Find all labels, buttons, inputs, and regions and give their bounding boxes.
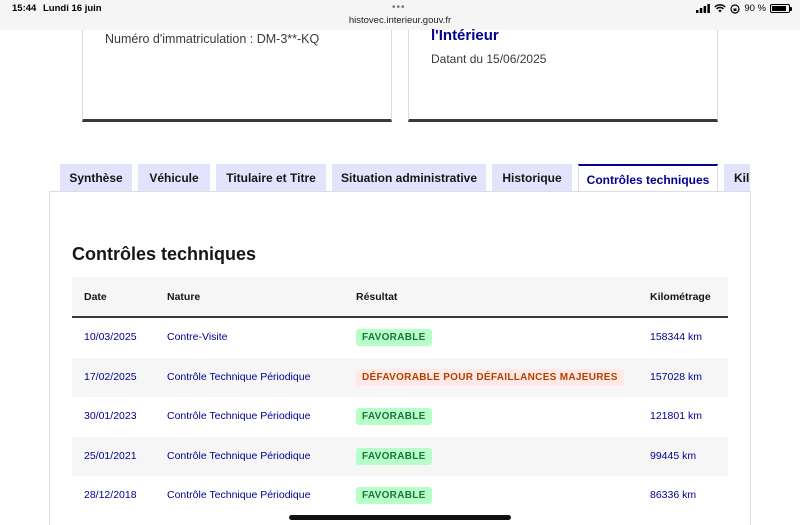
report-card-title: l'Intérieur [431, 27, 499, 44]
tab-controles-techniques[interactable]: Contrôles techniques [578, 164, 718, 192]
tab-synthese[interactable]: Synthèse [60, 164, 132, 192]
inspection-mileage: 158344 km [650, 331, 702, 343]
inspection-mileage: 86336 km [650, 489, 697, 501]
result-cell: FAVORABLE [356, 447, 432, 465]
status-badge: FAVORABLE [356, 329, 432, 346]
inspection-date: 17/02/2025 [84, 370, 137, 383]
inspection-nature: Contre-Visite [167, 331, 228, 343]
inspection-nature: Contrôle Technique Périodique [167, 489, 311, 501]
tab-situation-administrative[interactable]: Situation administrative [332, 164, 486, 192]
column-header-mileage: Kilométrage [650, 291, 711, 303]
battery-percentage: 90 % [744, 3, 766, 14]
result-cell: FAVORABLE [356, 408, 432, 425]
report-date: Datant du 15/06/2025 [431, 52, 547, 66]
tab-titulaire-et-titre[interactable]: Titulaire et Titre [216, 164, 326, 192]
inspection-date: 10/03/2025 [84, 331, 137, 343]
registration-card: Numéro d'immatriculation : DM-3**-KQ [82, 30, 392, 122]
table-header: Date Nature Résultat Kilométrage [72, 277, 728, 318]
wifi-icon [714, 4, 727, 13]
battery-icon [770, 4, 792, 13]
table-row: 28/12/2018 Contrôle Technique Périodique… [72, 476, 728, 516]
tab-panel: Contrôles techniques Date Nature Résulta… [49, 191, 751, 525]
inspection-mileage: 157028 km [650, 370, 702, 383]
status-indicators: 90 % [696, 3, 792, 14]
inspections-table: Date Nature Résultat Kilométrage 10/03/2… [72, 277, 728, 516]
inspection-date: 25/01/2021 [84, 449, 137, 462]
address-bar-url[interactable]: histovec.interieur.gouv.fr [0, 15, 800, 26]
inspection-nature: Contrôle Technique Périodique [167, 410, 311, 422]
inspection-date: 30/01/2023 [84, 410, 137, 422]
signal-icon [696, 4, 711, 13]
battery-fill [772, 6, 787, 11]
status-badge: FAVORABLE [356, 487, 432, 504]
tab-bar: Synthèse Véhicule Titulaire et Titre Sit… [60, 164, 750, 192]
report-card: l'Intérieur Datant du 15/06/2025 [408, 27, 718, 122]
orientation-lock-icon [730, 3, 740, 14]
multitasking-dots-icon[interactable]: ••• [392, 2, 406, 13]
inspection-mileage: 121801 km [650, 410, 702, 422]
status-bar: 15:44 Lundi 16 juin ••• histovec.interie… [0, 0, 800, 30]
inspection-nature: Contrôle Technique Périodique [167, 449, 311, 462]
registration-number: Numéro d'immatriculation : DM-3**-KQ [105, 32, 320, 46]
status-date: Lundi 16 juin [43, 3, 102, 14]
section-title: Contrôles techniques [72, 244, 257, 264]
column-header-date: Date [84, 291, 107, 303]
tab-vehicule[interactable]: Véhicule [138, 164, 210, 192]
inspection-mileage: 99445 km [650, 449, 697, 462]
tab-historique[interactable]: Historique [492, 164, 572, 192]
table-row: 10/03/2025 Contre-Visite FAVORABLE 15834… [72, 318, 728, 358]
inspection-nature: Contrôle Technique Périodique [167, 370, 311, 383]
result-cell: FAVORABLE [356, 487, 432, 504]
result-cell: FAVORABLE [356, 329, 432, 346]
result-cell: DÉFAVORABLE POUR DÉFAILLANCES MAJEURES [356, 368, 624, 386]
table-row: 30/01/2023 Contrôle Technique Périodique… [72, 397, 728, 437]
tab-kilometrage[interactable]: Kilo [724, 164, 750, 192]
status-badge: FAVORABLE [356, 408, 432, 425]
home-indicator[interactable] [289, 515, 511, 520]
table-row: 17/02/2025 Contrôle Technique Périodique… [72, 357, 728, 397]
column-header-result: Résultat [356, 291, 398, 303]
table-row: 25/01/2021 Contrôle Technique Périodique… [72, 436, 728, 476]
status-badge: DÉFAVORABLE POUR DÉFAILLANCES MAJEURES [356, 368, 624, 386]
inspection-date: 28/12/2018 [84, 489, 137, 501]
status-time: 15:44 [12, 3, 37, 14]
column-header-nature: Nature [167, 291, 201, 303]
status-badge: FAVORABLE [356, 447, 432, 465]
